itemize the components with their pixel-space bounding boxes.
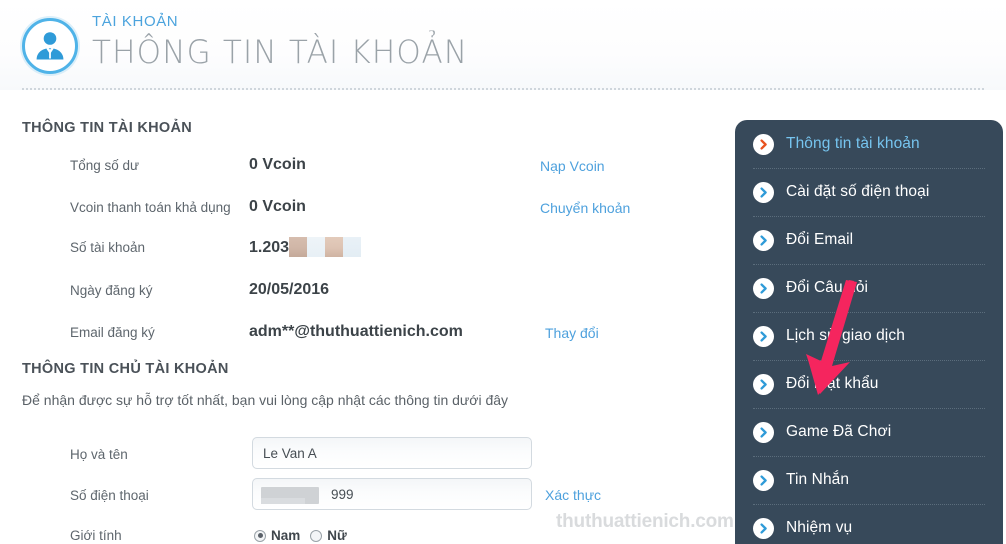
- chevron-right-circle-icon: [753, 469, 774, 491]
- gender-option-male[interactable]: Nam: [254, 528, 300, 543]
- sidebar-item-label: Game Đã Chơi: [786, 423, 892, 440]
- page-kicker: TÀI KHOẢN: [92, 13, 179, 30]
- radio-female-icon[interactable]: [310, 529, 323, 542]
- page-header: TÀI KHOẢN THÔNG TIN TÀI KHOẢN: [0, 0, 1006, 90]
- fullname-label: Họ và tên: [70, 447, 128, 462]
- sidebar-item-label: Tin Nhắn: [786, 471, 850, 488]
- chevron-right-circle-icon: [753, 373, 774, 395]
- site-watermark: thuthuattienich.com: [556, 511, 734, 532]
- sidebar-item-thong-tin-tai-khoan[interactable]: Thông tin tài khoản: [735, 120, 1003, 168]
- phone-censor-overlay: [261, 487, 319, 504]
- info-label: Email đăng ký: [70, 325, 155, 340]
- sidebar-item-cai-dat-so-dien-thoai[interactable]: Cài đặt số điện thoại: [735, 168, 1003, 216]
- chevron-right-circle-icon: [753, 133, 774, 155]
- gender-option-female[interactable]: Nữ: [310, 528, 347, 543]
- account-info-page: TÀI KHOẢN THÔNG TIN TÀI KHOẢN THÔNG TIN …: [0, 0, 1006, 544]
- owner-info-description: Để nhận được sự hỗ trợ tốt nhất, bạn vui…: [22, 392, 509, 408]
- sidebar-item-doi-email[interactable]: Đổi Email: [735, 216, 1003, 264]
- censored-blocks-icon: [289, 237, 362, 257]
- chuyen-khoan-link[interactable]: Chuyển khoản: [540, 200, 630, 216]
- info-row: Số tài khoản 1.203: [0, 237, 700, 264]
- info-value: 0 Vcoin: [249, 198, 306, 215]
- sidebar-item-tin-nhan[interactable]: Tin Nhắn: [735, 456, 1003, 504]
- chevron-right-circle-icon: [753, 421, 774, 443]
- sidebar-item-label: Lịch sử giao dịch: [786, 327, 905, 344]
- info-label: Tổng số dư: [70, 158, 140, 173]
- header-divider: [22, 88, 984, 90]
- chevron-right-circle-icon: [753, 517, 774, 539]
- info-row: Tổng số dư 0 Vcoin Nạp Vcoin: [0, 156, 700, 182]
- sidebar-item-doi-cau-hoi[interactable]: Đổi Câu hỏi: [735, 264, 1003, 312]
- radio-male-icon[interactable]: [254, 529, 266, 542]
- nap-vcoin-link[interactable]: Nạp Vcoin: [540, 158, 605, 174]
- account-number-text: 1.203: [249, 239, 290, 257]
- thay-doi-email-link[interactable]: Thay đổi: [545, 325, 599, 341]
- sidebar-item-label: Đổi Câu hỏi: [786, 279, 869, 296]
- info-value: adm**@thuthuattienich.com: [249, 323, 463, 340]
- sidebar-item-nhiem-vu[interactable]: Nhiệm vụ: [735, 504, 1003, 544]
- info-value: 20/05/2016: [249, 281, 330, 298]
- account-sidebar-menu: Thông tin tài khoản Cài đặt số điện thoạ…: [735, 120, 1003, 544]
- chevron-right-circle-icon: [753, 181, 774, 203]
- sidebar-item-label: Cài đặt số điện thoại: [786, 183, 930, 200]
- info-row: Ngày đăng ký 20/05/2016: [0, 281, 700, 307]
- sidebar-item-label: Đổi Email: [786, 231, 854, 248]
- gender-male-label: Nam: [271, 528, 301, 543]
- info-label: Vcoin thanh toán khả dụng: [70, 200, 231, 215]
- chevron-right-circle-icon: [753, 277, 774, 299]
- info-value-account-number: 1.203: [249, 237, 362, 258]
- chevron-right-circle-icon: [753, 325, 774, 347]
- sidebar-item-label: Nhiệm vụ: [786, 519, 853, 536]
- gender-label: Giới tính: [70, 528, 122, 543]
- avatar: [22, 18, 78, 74]
- sidebar-item-label: Thông tin tài khoản: [786, 135, 920, 152]
- chevron-right-circle-icon: [753, 229, 774, 251]
- gender-female-label: Nữ: [327, 528, 347, 543]
- sidebar-item-lich-su-giao-dich[interactable]: Lịch sử giao dịch: [735, 312, 1003, 360]
- owner-info-section-title: THÔNG TIN CHỦ TÀI KHOẢN: [22, 361, 229, 377]
- account-info-section-title: THÔNG TIN TÀI KHOẢN: [22, 120, 193, 136]
- gender-radio-group: Nam Nữ: [254, 528, 347, 543]
- title-block: TÀI KHOẢN THÔNG TIN TÀI KHOẢN: [92, 12, 468, 72]
- info-row: Email đăng ký adm**@thuthuattienich.com …: [0, 323, 700, 349]
- phone-label: Số điện thoại: [70, 488, 149, 503]
- sidebar-item-game-da-choi[interactable]: Game Đã Chơi: [735, 408, 1003, 456]
- page-title: THÔNG TIN TÀI KHOẢN: [92, 34, 469, 72]
- info-row: Vcoin thanh toán khả dụng 0 Vcoin Chuyển…: [0, 198, 700, 224]
- sidebar-item-label: Đổi mật khẩu: [786, 375, 879, 392]
- info-label: Số tài khoản: [70, 240, 146, 255]
- xac-thuc-link[interactable]: Xác thực: [545, 487, 601, 503]
- sidebar-item-doi-mat-khau[interactable]: Đổi mật khẩu: [735, 360, 1003, 408]
- info-label: Ngày đăng ký: [70, 283, 153, 298]
- fullname-input[interactable]: [252, 437, 532, 469]
- info-value: 0 Vcoin: [249, 156, 306, 173]
